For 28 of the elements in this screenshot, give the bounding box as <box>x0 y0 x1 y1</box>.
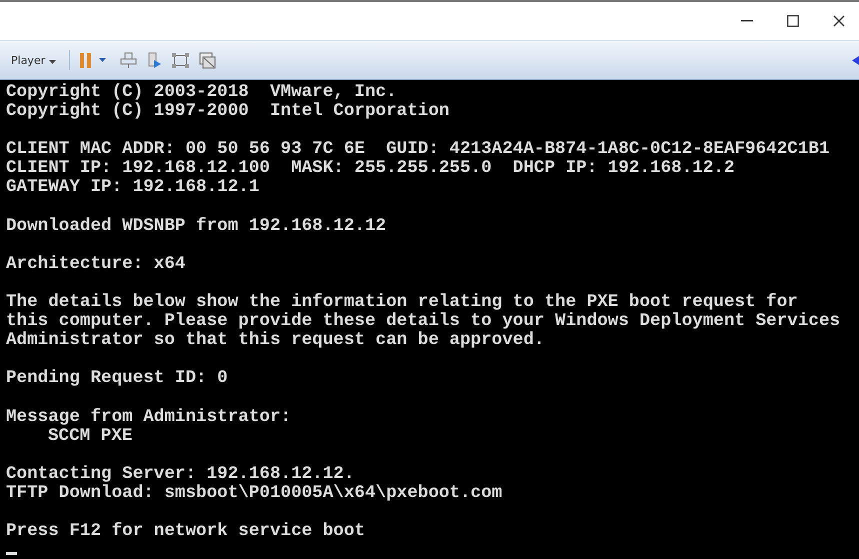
console-line: SCCM PXE <box>47 426 134 446</box>
console-line: Message from Administrator: <box>6 408 292 427</box>
console-line: this computer. Please provide these details to your Windows Deployment Services <box>6 312 842 332</box>
console-line: Architecture: x64 <box>6 254 186 274</box>
console-line: TFTP Download: smsboot\P010005A\x64\pxeboot.com <box>6 484 504 504</box>
console-line: Copyright (C) 1997-2000 Intel Corporation <box>6 102 450 122</box>
console-line: CLIENT IP: 192.168.12.100 MASK: 255.255.255.0 DHCP IP: 192.168.12.2 <box>6 159 736 178</box>
console-line: Downloaded WDSNBP from 192.168.12.12 <box>6 216 388 236</box>
maximize-icon[interactable] <box>787 15 799 27</box>
arrow-icon[interactable] <box>852 56 859 64</box>
fullscreen-icon[interactable] <box>172 52 189 68</box>
console-line: The details below show the information relating to the PXE boot request for <box>6 293 798 312</box>
console-line: Press F12 for network service boot <box>6 522 366 542</box>
device-icon[interactable] <box>146 52 162 68</box>
console-line: Pending Request ID: 0 <box>6 369 229 388</box>
caret-icon[interactable] <box>98 58 106 62</box>
network-icon[interactable] <box>120 52 137 68</box>
console-line: Contacting Server: 192.168.12.12. <box>6 464 356 484</box>
console-line: GATEWAY IP: 192.168.12.1 <box>6 178 260 198</box>
console-line: Administrator so that this request can be approved. <box>6 331 546 350</box>
console-line: Copyright (C) 2003-2018 VMware, Inc. <box>6 83 398 102</box>
window-icon[interactable] <box>198 52 216 68</box>
minimize-icon[interactable] <box>741 20 753 22</box>
caret-icon <box>48 60 56 64</box>
player-menu-button[interactable]: Player <box>8 52 59 68</box>
close-icon[interactable] <box>833 15 845 27</box>
text-cursor <box>6 552 17 556</box>
console-line: CLIENT MAC ADDR: 00 50 56 93 7C 6E GUID: 4213A24A-B874-1A8C-0C12-8EAF9642C1B1 <box>6 140 831 160</box>
